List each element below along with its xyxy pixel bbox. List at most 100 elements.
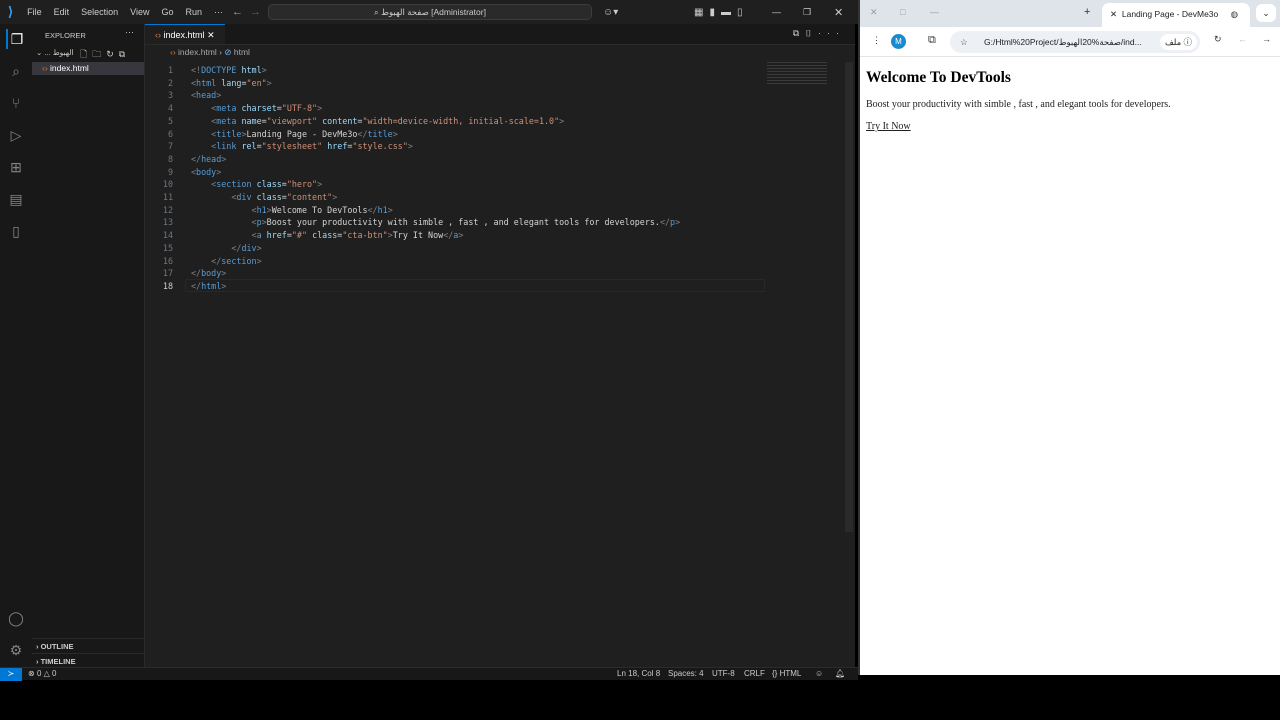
code-token: rel [241, 141, 257, 152]
browser-maximize-button[interactable]: □ [900, 7, 905, 17]
line-number: 6 [167, 128, 173, 139]
browser-tab-strip: ✕ □ — + ✕ Landing Page - DevMe3o ◍ ⌄ [860, 0, 1280, 27]
menu-more[interactable]: ··· [208, 7, 229, 17]
testing-icon[interactable]: ▯ [6, 221, 26, 241]
reload-icon[interactable]: ↻ [1214, 34, 1222, 45]
editor-scrollbar[interactable] [845, 62, 853, 532]
browser-close-button[interactable]: ✕ [870, 7, 878, 18]
html-file-icon: ‹› [42, 63, 48, 73]
explorer-actions-icons[interactable]: 🗋🗀↻⧉ [80, 47, 130, 63]
code-token: > [407, 141, 413, 152]
current-line-highlight [185, 278, 765, 292]
cursor-position[interactable]: Ln 18, Col 8 [617, 668, 660, 680]
layout-icons[interactable]: ▦▮▬▯ [694, 7, 748, 18]
code-token: > [261, 65, 267, 75]
file-index-html[interactable]: ‹› index.html [32, 62, 144, 75]
problems-indicator[interactable]: ⊗ 0 △ 0 [28, 668, 56, 680]
address-bar[interactable]: ☆ G:/Html%20Project/صفحة%20الهبوط/ind...… [950, 31, 1200, 53]
code-line: </section> [191, 256, 261, 266]
code-token: > [392, 128, 398, 139]
menu-file[interactable]: File [21, 7, 48, 17]
code-line: <h1>Welcome To DevTools</h1> [191, 205, 393, 215]
copilot-status-icon[interactable]: ☺ [815, 668, 823, 680]
code-token: head [201, 153, 222, 164]
bookmark-star-icon[interactable]: ☆ [960, 31, 968, 53]
extensions-icon[interactable]: ⧉ [928, 34, 936, 47]
editor-actions-icons[interactable]: ⧉▯··· [783, 24, 855, 44]
line-number: 14 [162, 230, 173, 241]
language-mode[interactable]: {} HTML [772, 668, 801, 680]
encoding[interactable]: UTF-8 [712, 668, 735, 680]
line-ending[interactable]: CRLF [744, 668, 765, 680]
code-token: > [256, 242, 262, 253]
code-token: "cta-btn" [342, 230, 388, 241]
outline-section[interactable]: › OUTLINE [32, 638, 144, 654]
restore-button[interactable]: ❐ [803, 7, 811, 18]
code-token: </ [231, 242, 242, 253]
menu-selection[interactable]: Selection [75, 7, 124, 17]
close-button[interactable]: ✕ [834, 6, 843, 19]
browser-tab[interactable]: ✕ Landing Page - DevMe3o ◍ [1102, 3, 1250, 27]
page-content: Welcome To DevTools Boost your productiv… [860, 57, 1280, 144]
new-tab-button[interactable]: + [1084, 6, 1090, 18]
forward-icon[interactable]: → [250, 6, 261, 18]
code-token: class [312, 230, 338, 241]
settings-gear-icon[interactable]: ⚙ [6, 640, 26, 660]
line-number: 11 [162, 192, 173, 202]
breadcrumb-symbol[interactable]: html [234, 47, 250, 57]
breadcrumb-file[interactable]: index.html [178, 47, 217, 57]
code-token: > [559, 115, 565, 126]
menu-dots-icon[interactable]: ⋮ [872, 35, 881, 46]
code-token: > [317, 103, 323, 114]
warning-count: 0 [52, 669, 57, 678]
source-control-icon[interactable]: ⑂ [6, 93, 26, 113]
code-line: <link rel="stylesheet" href="style.css"> [191, 141, 413, 151]
code-token: charset [241, 103, 277, 114]
close-tab-icon[interactable]: ✕ [207, 30, 215, 40]
copilot-icon[interactable]: ☺▾ [603, 7, 618, 18]
tab-index-html[interactable]: ‹› index.html ✕ [145, 24, 225, 44]
remote-indicator-icon[interactable]: ≻ [0, 668, 22, 681]
folder-row[interactable]: ⌄ ... الهبوط [36, 48, 74, 57]
run-debug-icon[interactable]: ▷ [6, 125, 26, 145]
try-it-now-link[interactable]: Try It Now [866, 121, 911, 132]
menu-edit[interactable]: Edit [48, 7, 76, 17]
back-icon[interactable]: ← [232, 6, 243, 18]
minimize-button[interactable]: — [772, 7, 781, 17]
globe-icon: ◍ [1230, 9, 1238, 19]
explorer-icon[interactable]: ❐ [6, 29, 26, 49]
site-info-chip[interactable]: ملف ⓘ [1159, 34, 1197, 50]
code-token: > [332, 192, 338, 202]
browser-minimize-button[interactable]: — [930, 7, 939, 17]
menu-view[interactable]: View [124, 7, 155, 17]
close-tab-icon[interactable]: ✕ [1110, 9, 1117, 19]
indentation[interactable]: Spaces: 4 [668, 668, 704, 680]
menu-go[interactable]: Go [156, 7, 180, 17]
code-token: "#" [291, 230, 308, 241]
code-line: <!DOCTYPE html> [191, 65, 267, 75]
command-center[interactable]: ⌕ صفحة الهبوط [Administrator] [268, 4, 592, 20]
code-token: html [241, 65, 262, 75]
tab-search-chevron-icon[interactable]: ⌄ [1256, 4, 1276, 22]
code-line: <div class="content"> [191, 192, 337, 202]
command-center-label: صفحة الهبوط [Administrator] [381, 7, 486, 17]
account-icon[interactable]: ◯ [6, 608, 26, 628]
code-line: </head> [191, 154, 226, 164]
code-editor[interactable]: 1 <!DOCTYPE html> 2 <html lang="en"> 3 <head>… [145, 59, 855, 619]
extensions-icon[interactable]: ⊞ [6, 157, 26, 177]
search-icon[interactable]: ⌕ [6, 61, 26, 81]
browser-back-icon[interactable]: ← [1238, 34, 1247, 44]
menu-run[interactable]: Run [180, 7, 209, 17]
minimap[interactable] [767, 62, 827, 84]
browser-forward-icon[interactable]: → [1262, 34, 1271, 44]
browser-toolbar: ⋮ M ⧉ ☆ G:/Html%20Project/صفحة%20الهبوط/… [860, 27, 1280, 57]
remote-explorer-icon[interactable]: ▤ [6, 189, 26, 209]
code-token: <! [191, 65, 202, 75]
code-token: title [367, 128, 393, 139]
profile-avatar[interactable]: M [891, 34, 906, 49]
code-line: <title>Landing Page - DevMe3o</title> [191, 129, 398, 139]
more-actions-icon[interactable]: ··· [125, 27, 134, 37]
code-token: > [221, 153, 227, 164]
notifications-bell-icon[interactable]: 🔔︎ [835, 668, 845, 680]
line-number: 8 [167, 153, 173, 164]
